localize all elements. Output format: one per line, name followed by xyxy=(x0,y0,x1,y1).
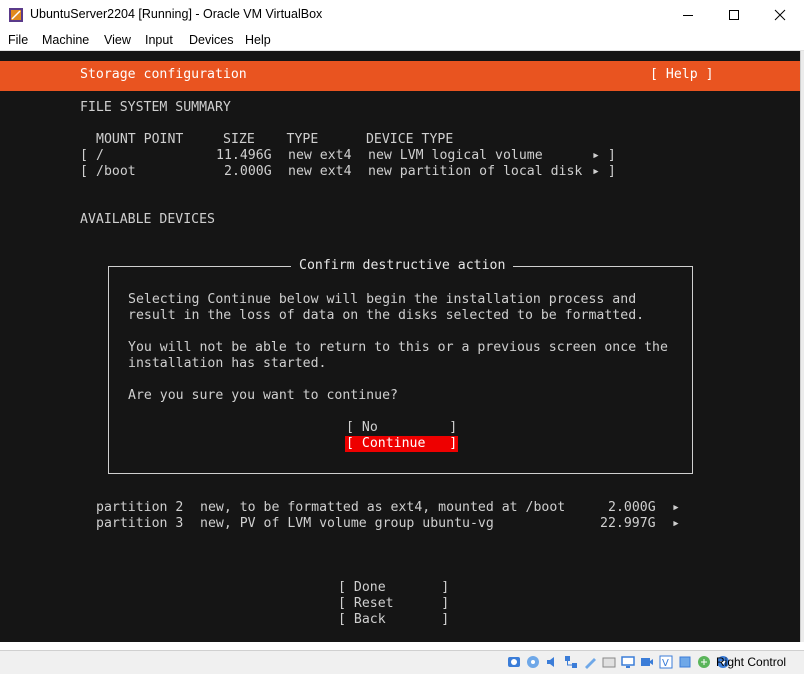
menu-machine[interactable]: Machine xyxy=(42,33,89,47)
fs-size: 11.496G xyxy=(216,148,272,163)
dialog-text-line: installation has started. xyxy=(128,356,327,371)
fs-summary-heading: FILE SYSTEM SUMMARY xyxy=(80,100,231,115)
minimize-button[interactable] xyxy=(665,0,711,30)
vm-display[interactable]: Storage configuration [ Help ] FILE SYST… xyxy=(0,51,800,642)
display-icon[interactable] xyxy=(620,654,636,670)
vm-status-bar: V Right Control xyxy=(0,650,804,674)
fs-type: new ext4 xyxy=(288,148,352,163)
help-button[interactable]: [ Help ] xyxy=(650,67,714,82)
dialog-title: Confirm destructive action xyxy=(291,258,514,274)
shared-folders-icon[interactable] xyxy=(601,654,617,670)
row-arrow-icon: ▸ ] xyxy=(592,148,616,163)
virtualbox-app-icon xyxy=(9,8,23,22)
menu-devices[interactable]: Devices xyxy=(189,33,233,47)
fs-mount-point: /boot xyxy=(96,164,136,179)
svg-text:V: V xyxy=(662,658,669,669)
page-title: Storage configuration xyxy=(80,67,247,82)
continue-button[interactable]: [ Continue ] xyxy=(345,436,459,452)
partition-label: partition 3 xyxy=(96,516,184,531)
partition-description: new, PV of LVM volume group ubuntu-vg xyxy=(200,516,494,531)
row-open-bracket: [ xyxy=(80,164,88,179)
row-arrow-icon: ▸ ] xyxy=(592,164,616,179)
back-button[interactable]: [ Back ] xyxy=(338,612,449,628)
recording-icon[interactable]: V xyxy=(658,654,674,670)
fs-mount-point: / xyxy=(96,148,104,163)
usb-icon[interactable] xyxy=(582,654,598,670)
maximize-icon xyxy=(729,10,739,20)
host-key-label: Right Control xyxy=(716,655,787,669)
installer-header: Storage configuration [ Help ] xyxy=(0,61,800,91)
confirm-dialog: Confirm destructive action Selecting Con… xyxy=(108,258,693,474)
window-title: UbuntuServer2204 [Running] - Oracle VM V… xyxy=(30,7,323,21)
dialog-question: Are you sure you want to continue? xyxy=(128,388,398,403)
menu-file[interactable]: File xyxy=(8,33,28,47)
row-open-bracket: [ xyxy=(80,148,88,163)
window-titlebar: UbuntuServer2204 [Running] - Oracle VM V… xyxy=(0,0,804,30)
maximize-button[interactable] xyxy=(711,0,757,30)
mouse-integration-icon[interactable] xyxy=(696,654,712,670)
row-arrow-icon: ▸ xyxy=(672,516,680,531)
fs-device-type: new LVM logical volume xyxy=(368,148,543,163)
partition-label: partition 2 xyxy=(96,500,184,515)
window-edge xyxy=(800,51,804,642)
no-button[interactable]: [ No ] xyxy=(346,420,457,436)
done-button[interactable]: [ Done ] xyxy=(338,580,449,596)
dialog-text-line: You will not be able to return to this o… xyxy=(128,340,668,355)
row-arrow-icon: ▸ xyxy=(672,500,680,515)
fs-table-header: MOUNT POINT SIZE TYPE DEVICE TYPE xyxy=(96,132,454,147)
menu-input[interactable]: Input xyxy=(145,33,173,47)
network-icon[interactable] xyxy=(563,654,579,670)
minimize-icon xyxy=(683,15,693,16)
menu-bar: File Machine View Input Devices Help xyxy=(0,30,804,51)
hard-disk-icon[interactable] xyxy=(506,654,522,670)
audio-icon[interactable] xyxy=(544,654,560,670)
menu-view[interactable]: View xyxy=(104,33,131,47)
close-button[interactable] xyxy=(757,0,803,30)
menu-help[interactable]: Help xyxy=(245,33,271,47)
optical-drive-icon[interactable] xyxy=(525,654,541,670)
cpu-icon[interactable] xyxy=(677,654,693,670)
dialog-text-line: result in the loss of data on the disks … xyxy=(128,308,645,323)
partition-description: new, to be formatted as ext4, mounted at… xyxy=(200,500,566,515)
fs-type: new ext4 xyxy=(288,164,352,179)
available-devices-heading: AVAILABLE DEVICES xyxy=(80,212,215,227)
close-icon xyxy=(774,9,786,21)
partition-size: 22.997G xyxy=(600,516,656,531)
partition-size: 2.000G xyxy=(608,500,656,515)
reset-button[interactable]: [ Reset ] xyxy=(338,596,449,612)
video-capture-icon[interactable] xyxy=(639,654,655,670)
dialog-text-line: Selecting Continue below will begin the … xyxy=(128,292,637,307)
fs-device-type: new partition of local disk xyxy=(368,164,583,179)
fs-size: 2.000G xyxy=(224,164,272,179)
